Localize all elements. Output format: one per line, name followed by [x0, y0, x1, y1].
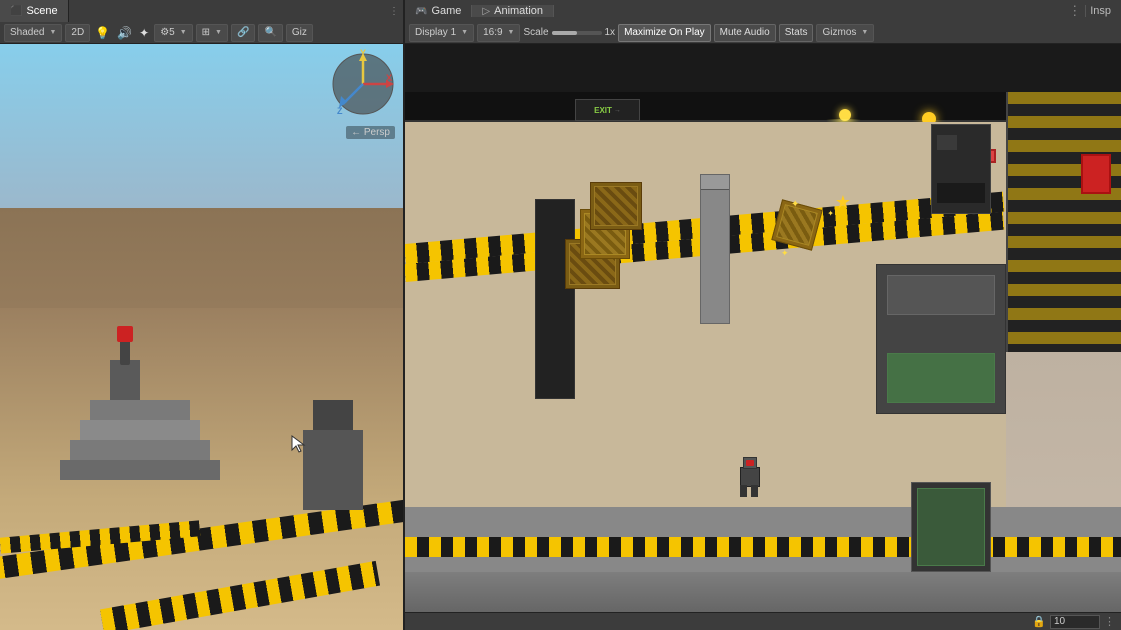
- gizmo-svg: X Y Z: [328, 49, 398, 119]
- scene-options-btn[interactable]: ⚙5: [154, 24, 192, 42]
- lever-stick: [120, 340, 130, 365]
- scale-label: Scale: [523, 27, 548, 38]
- lighting-icon[interactable]: 💡: [93, 26, 112, 40]
- toolbars-row: Shaded 2D 💡 🔊 ✦ ⚙5 ⊞ 🔗 🔍 Giz: [0, 22, 1121, 44]
- mute-audio-label: Mute Audio: [720, 27, 770, 38]
- more-label: Giz: [292, 27, 307, 38]
- exit-sign: EXIT →: [575, 99, 640, 121]
- aspect-dropdown[interactable]: 16:9: [477, 24, 520, 42]
- step-2: [70, 440, 210, 460]
- bg-machine-right: [931, 124, 991, 214]
- more-btn[interactable]: Giz: [286, 24, 313, 42]
- scale-value: 1x: [605, 27, 616, 38]
- right-tabs-more[interactable]: ⋮: [1068, 3, 1081, 19]
- scene-tab-label: Scene: [26, 5, 57, 17]
- display-label: Display 1: [415, 27, 456, 38]
- machine-right: [303, 430, 363, 510]
- step-4: [90, 400, 190, 420]
- grid-icon: ⊞: [202, 27, 210, 38]
- scene-toolbar: Shaded 2D 💡 🔊 ✦ ⚙5 ⊞ 🔗 🔍 Giz: [0, 22, 405, 44]
- scene-options-label: ⚙5: [160, 27, 175, 38]
- game-view: EXIT →: [405, 44, 1121, 630]
- search-btn[interactable]: 🔍: [258, 24, 282, 42]
- 2d-toggle[interactable]: 2D: [65, 24, 90, 42]
- tab-animation[interactable]: ▷ Animation: [472, 5, 554, 17]
- audio-icon[interactable]: 🔊: [115, 26, 134, 40]
- joystick-top: [117, 326, 133, 342]
- svg-text:Z: Z: [337, 106, 343, 116]
- scale-slider-track[interactable]: [552, 31, 602, 35]
- pillar: [700, 174, 730, 324]
- search-icon: 🔍: [264, 27, 276, 38]
- scale-slider-fill: [552, 31, 577, 35]
- crate-3: [590, 182, 642, 230]
- game-tab-label: Game: [431, 5, 461, 17]
- animation-tab-icon: ▷: [482, 6, 490, 17]
- right-machine: [876, 264, 1006, 414]
- mouse-cursor: [290, 434, 306, 457]
- scene-gizmo: X Y Z: [328, 49, 398, 119]
- lever-base: [110, 360, 140, 400]
- exploding-crate: ✦ ✦ ✦: [776, 204, 826, 254]
- tab-scene[interactable]: ⬛ Scene: [0, 0, 69, 22]
- red-panel: [1081, 154, 1111, 194]
- maximize-on-play-label: Maximize On Play: [624, 27, 705, 38]
- ceiling: [405, 44, 1121, 94]
- display-dropdown[interactable]: Display 1: [409, 24, 474, 42]
- bottom-conveyor: [405, 537, 1121, 557]
- shading-dropdown[interactable]: Shaded: [4, 24, 62, 42]
- lock-icon: 🔒: [1032, 615, 1046, 628]
- machine-top: [313, 400, 353, 430]
- persp-label: ← Persp: [346, 126, 395, 139]
- tabs-row: ⬛ Scene ⋮ 🎮 Game ▷ Animation ⋮ Insp: [0, 0, 1121, 22]
- mute-audio-btn[interactable]: Mute Audio: [714, 24, 776, 42]
- svg-text:Y: Y: [360, 49, 366, 58]
- exit-arrow: →: [614, 107, 621, 114]
- animation-tab-label: Animation: [494, 5, 543, 17]
- scale-control: Scale 1x: [523, 27, 615, 38]
- machine-group: [40, 360, 220, 480]
- scene-canvas: X Y Z ← Persp: [0, 44, 403, 630]
- right-tabs: 🎮 Game ▷ Animation ⋮ Insp: [405, 0, 1121, 22]
- snap-btn[interactable]: 🔗: [231, 24, 255, 42]
- exit-text: EXIT: [594, 106, 612, 115]
- game-tab-icon: 🎮: [415, 6, 427, 17]
- 2d-label: 2D: [71, 27, 84, 38]
- wall-hazard: [1008, 92, 1121, 352]
- bottom-input[interactable]: [1050, 615, 1100, 629]
- gizmos-label: Gizmos: [822, 27, 856, 38]
- conveyor-machine: [911, 482, 991, 572]
- scene-tab-icon: ⬛: [10, 6, 22, 17]
- stats-label: Stats: [785, 27, 808, 38]
- svg-text:X: X: [386, 73, 392, 83]
- shading-label: Shaded: [10, 27, 44, 38]
- snap-icon: 🔗: [237, 27, 249, 38]
- tab-game[interactable]: 🎮 Game: [405, 5, 472, 17]
- gizmos-dropdown[interactable]: Gizmos: [816, 24, 874, 42]
- left-tabs: ⬛ Scene ⋮: [0, 0, 405, 22]
- aspect-label: 16:9: [483, 27, 502, 38]
- maximize-on-play-btn[interactable]: Maximize On Play: [618, 24, 711, 42]
- player-robot: [735, 452, 765, 497]
- fx-icon[interactable]: ✦: [137, 26, 151, 40]
- bottom-bar: 🔒 ⋮: [405, 612, 1121, 630]
- inspector-tab-label[interactable]: Insp: [1085, 5, 1115, 17]
- main-content: X Y Z ← Persp: [0, 44, 1121, 630]
- scene-extra: ⋮: [389, 6, 399, 17]
- more-dots[interactable]: ⋮: [1104, 615, 1115, 628]
- scene-view[interactable]: X Y Z ← Persp: [0, 44, 405, 630]
- grid-btn[interactable]: ⊞: [196, 24, 228, 42]
- step-1: [60, 460, 220, 480]
- step-3: [80, 420, 200, 440]
- game-viewport[interactable]: EXIT →: [405, 44, 1121, 612]
- game-toolbar: Display 1 16:9 Scale 1x Maximize On Play…: [405, 22, 1121, 44]
- ceiling-lamp-2: [839, 109, 851, 121]
- star-light: ★: [835, 192, 851, 213]
- right-wall-panel: [1006, 92, 1121, 352]
- big-post: [535, 199, 575, 399]
- stats-btn[interactable]: Stats: [779, 24, 814, 42]
